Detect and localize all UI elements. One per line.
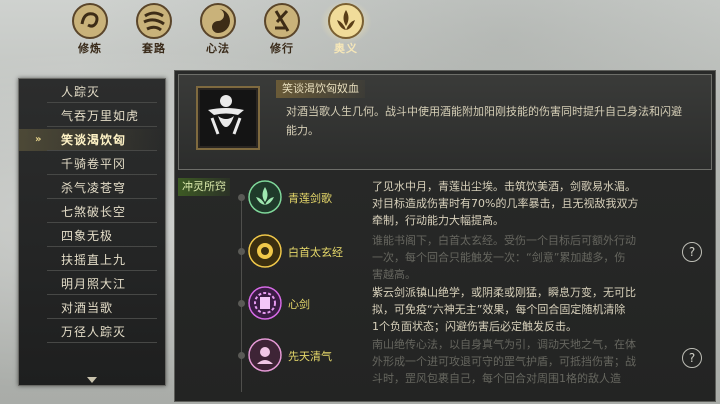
description-line: 牵制，行动能力大幅提高。 <box>372 214 504 227</box>
lotus-icon <box>248 180 282 214</box>
passive-name: 白首太玄经 <box>288 246 343 259</box>
timeline-dot <box>238 300 245 307</box>
description-line: 了见水中月，青莲出尘埃。击筑饮美酒，剑歌易水湄。 <box>372 180 636 193</box>
list-item-label: 人踪灭 <box>61 85 101 99</box>
tab-label: 心法 <box>206 42 230 55</box>
list-item-label: 明月照大江 <box>61 277 127 291</box>
list-item[interactable]: 四象无极 <box>19 225 165 247</box>
list-item[interactable]: 万径人踪灭 <box>19 321 165 343</box>
passive-description: 紫云剑派镇山绝学，或阴柔或刚猛，瞬息万变，无可比 拟，可免疫“六神无主”效果，每… <box>372 284 692 335</box>
tab-secret-art[interactable]: 奥义 <box>318 0 374 58</box>
tab-label: 修炼 <box>78 42 102 55</box>
heart-sword-icon <box>248 286 282 320</box>
list-item-label: 万径人踪灭 <box>61 325 127 339</box>
list-item-label: 千骑卷平冈 <box>61 157 127 171</box>
passive-name: 青莲剑歌 <box>288 192 332 205</box>
list-item[interactable]: 人踪灭 <box>19 81 165 103</box>
description-line: 对目标造成伤害时有70%的几率暴击，且无视敌我双方 <box>372 197 639 210</box>
tab-label: 奥义 <box>334 42 358 55</box>
passive-name: 先天清气 <box>288 350 332 363</box>
top-tab-bar: 修炼 套路 心法 修行 奥义 <box>62 0 382 58</box>
passive-description: 谁能书阁下，白首太玄经。受伤一个目标后可额外行动 一次，每个回合只能触发一次：“… <box>372 232 692 283</box>
skill-icon-frame <box>196 86 260 150</box>
figure-emblem-icon <box>208 95 244 135</box>
golden-scroll-icon <box>248 234 282 268</box>
list-item-label: 对酒当歌 <box>61 301 114 315</box>
tab-routine[interactable]: 套路 <box>126 2 182 58</box>
skill-title: 笑谈渴饮匈奴血 <box>276 80 365 98</box>
list-item[interactable]: 气吞万里如虎 <box>19 105 165 127</box>
qi-orb-icon <box>248 338 282 372</box>
help-icon[interactable]: ? <box>682 242 702 262</box>
scroll-down-arrow-icon[interactable] <box>87 377 97 383</box>
wind-emblem-icon <box>136 3 172 39</box>
list-item-selected[interactable]: » 笑谈渴饮匈 <box>19 129 165 151</box>
timeline-dot <box>238 194 245 201</box>
section-label: 冲灵所窍 <box>178 178 230 196</box>
list-item[interactable]: 扶摇直上九 <box>19 249 165 271</box>
list-item-label: 笑谈渴饮匈 <box>61 133 127 147</box>
help-icon[interactable]: ? <box>682 348 702 368</box>
list-item[interactable]: 对酒当歌 <box>19 297 165 319</box>
list-item-label: 气吞万里如虎 <box>61 109 140 123</box>
description-line: 紫云剑派镇山绝学，或阴柔或刚猛，瞬息万变，无可比 <box>372 286 636 299</box>
list-item[interactable]: 明月照大江 <box>19 273 165 295</box>
passive-name: 心剑 <box>288 298 310 311</box>
list-item-label: 七煞破长空 <box>61 205 127 219</box>
tab-label: 套路 <box>142 42 166 55</box>
description-line: 一次，每个回合只能触发一次：“剑意”累加越多，伤 <box>372 251 626 264</box>
list-item-label: 四象无极 <box>61 229 114 243</box>
tab-cultivate[interactable]: 修行 <box>254 2 310 58</box>
tab-label: 修行 <box>270 42 294 55</box>
description-line: 害越高。 <box>372 268 416 281</box>
list-item[interactable]: 杀气凌苍穹 <box>19 177 165 199</box>
description-line: 南山绝传心法，以自身真气为引，调动天地之气，在体 <box>372 338 636 351</box>
description-line: 斗时，罡风包裹自己，每个回合对周围1格的敌人造 <box>372 372 621 385</box>
list-item[interactable]: 千骑卷平冈 <box>19 153 165 175</box>
description-line: 拟，可免疫“六神无主”效果，每个回合固定随机清除 <box>372 303 626 316</box>
yin-yang-swirl-icon <box>200 3 236 39</box>
passive-description: 了见水中月，青莲出尘埃。击筑饮美酒，剑歌易水湄。 对目标造成伤害时有70%的几率… <box>372 178 692 229</box>
timeline-dot <box>238 248 245 255</box>
description-line: 1个负面状态；闪避伤害后必定触发反击。 <box>372 320 577 333</box>
timeline-dot <box>238 352 245 359</box>
tab-practice[interactable]: 修炼 <box>62 2 118 58</box>
skill-description: 对酒当歌人生几何。战斗中使用酒能附加阳刚技能的伤害同时提升自己身法和闪避能力。 <box>286 105 682 137</box>
calligraphy-icon <box>264 3 300 39</box>
passive-row[interactable]: 心剑 紫云剑派镇山绝学，或阴柔或刚猛，瞬息万变，无可比 拟，可免疫“六神无主”效… <box>230 284 700 338</box>
list-item-label: 扶摇直上九 <box>61 253 127 267</box>
description-line: 外形成一个进可攻退可守的罡气护盾，可抵挡伤害；战 <box>372 355 636 368</box>
passive-row[interactable]: 青莲剑歌 了见水中月，青莲出尘埃。击筑饮美酒，剑歌易水湄。 对目标造成伤害时有7… <box>230 178 700 232</box>
passive-row[interactable]: 先天清气 南山绝传心法，以自身真气为引，调动天地之气，在体 外形成一个进可攻退可… <box>230 336 700 390</box>
skill-list: 人踪灭 气吞万里如虎 » 笑谈渴饮匈 千骑卷平冈 杀气凌苍穹 七煞破长空 四象无极… <box>18 78 166 386</box>
passive-description: 南山绝传心法，以自身真气为引，调动天地之气，在体 外形成一个进可攻退可守的罡气护… <box>372 336 692 387</box>
passive-row[interactable]: 白首太玄经 谁能书阁下，白首太玄经。受伤一个目标后可额外行动 一次，每个回合只能… <box>230 232 700 286</box>
list-item[interactable]: 七煞破长空 <box>19 201 165 223</box>
lotus-flame-icon <box>328 3 364 39</box>
description-line: 谁能书阁下，白首太玄经。受伤一个目标后可额外行动 <box>372 234 636 247</box>
tab-mind-method[interactable]: 心法 <box>190 2 246 58</box>
list-item-label: 杀气凌苍穹 <box>61 181 127 195</box>
swirl-icon <box>72 3 108 39</box>
chevron-right-icon: » <box>35 134 43 145</box>
